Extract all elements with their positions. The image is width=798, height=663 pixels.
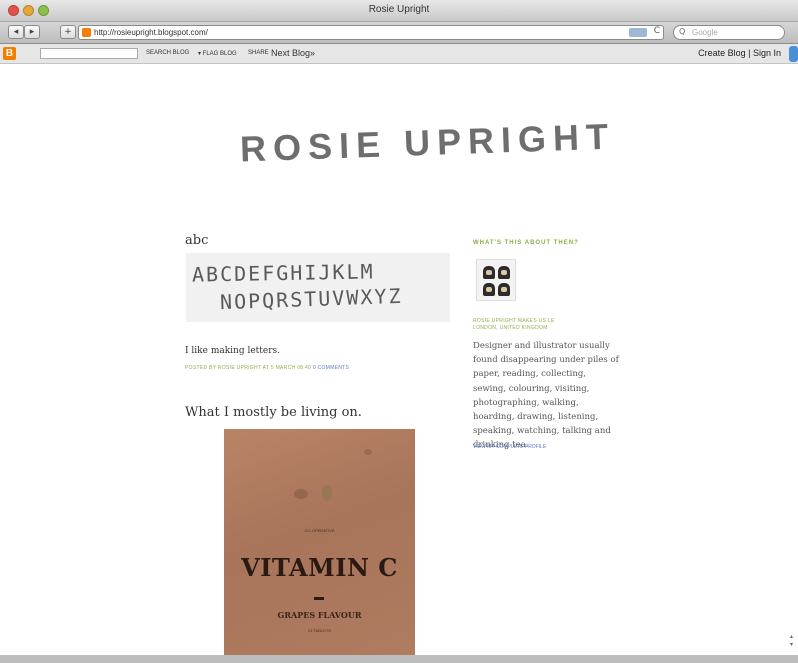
posted-by-text: POSTED BY ROSIE UPRIGHT AT 5 MARCH 08:40 <box>185 365 312 371</box>
post-footer: POSTED BY ROSIE UPRIGHT AT 5 MARCH 08:40… <box>185 365 349 371</box>
profile-avatar[interactable] <box>476 259 516 301</box>
avatar-glyph <box>498 266 510 279</box>
scrollbar-arrows[interactable]: ▴ ▾ <box>790 633 798 655</box>
alphabet-line-1: ABCDEFGHIJKLM <box>191 259 375 287</box>
alphabet-line-2: NOPQRSTUVWXYZ <box>219 283 403 315</box>
back-arrow-icon: ◂ <box>13 27 19 37</box>
flag-blog-button[interactable]: ▾ FLAG BLOG <box>198 50 237 57</box>
vitamin-c-bag-image: CO-OPERATIVE VITAMIN C GRAPES FLAVOUR 24… <box>224 429 415 655</box>
search-placeholder: Google <box>692 28 718 37</box>
alphabet-image: ABCDEFGHIJKLM NOPQRSTUVWXYZ <box>186 253 450 322</box>
avatar-glyph <box>498 283 510 296</box>
stain-mark <box>294 489 308 499</box>
avatar-glyph <box>483 283 495 296</box>
blog-search-input[interactable] <box>40 48 138 59</box>
bag-sub-text: GRAPES FLAVOUR <box>277 610 362 620</box>
blogger-logo-icon[interactable]: B <box>3 47 16 60</box>
search-input[interactable]: Q Google <box>673 25 785 40</box>
comments-link[interactable]: 0 COMMENTS <box>313 365 349 371</box>
bag-qty-text: 24 TABLETS <box>308 628 331 633</box>
blogger-navbar: B SEARCH BLOG ▾ FLAG BLOG SHARE Next Blo… <box>0 44 798 64</box>
blogger-favicon-icon <box>82 28 91 37</box>
forward-button[interactable]: ▸ <box>24 25 40 39</box>
rss-icon[interactable] <box>629 28 647 37</box>
profile-name-line[interactable]: ROSIE UPRIGHT MAKES US LE <box>473 318 555 325</box>
blog-header-title[interactable]: ROSIE UPRIGHT <box>239 115 615 170</box>
reload-icon[interactable]: C <box>654 26 660 36</box>
window-titlebar: Rosie Upright <box>0 0 798 22</box>
post-title[interactable]: What I mostly be living on. <box>185 405 362 420</box>
profile-location-line[interactable]: LONDON, UNITED KINGDOM <box>473 325 555 332</box>
post-title[interactable]: abc <box>185 233 208 248</box>
scroll-up-icon[interactable]: ▴ <box>790 633 798 641</box>
share-button[interactable]: SHARE <box>248 50 269 56</box>
back-button[interactable]: ◂ <box>8 25 24 39</box>
post-body-text: I like making letters. <box>185 346 281 356</box>
search-icon: Q <box>679 27 686 36</box>
bag-dash <box>314 597 324 600</box>
url-text: http://rosieupright.blogspot.com/ <box>94 28 208 37</box>
sidebar-heading: WHAT'S THIS ABOUT THEN? <box>473 240 579 246</box>
window-title: Rosie Upright <box>368 4 430 15</box>
stain-mark <box>322 485 332 501</box>
profile-location: ROSIE UPRIGHT MAKES US LE LONDON, UNITED… <box>473 318 555 332</box>
stain-mark <box>364 449 372 455</box>
scrollbar-thumb[interactable] <box>789 46 798 62</box>
view-profile-link[interactable]: VIEW MY COMPLETE PROFILE <box>473 444 546 450</box>
avatar-glyph <box>483 266 495 279</box>
plus-icon: + <box>64 27 72 37</box>
forward-arrow-icon: ▸ <box>29 27 35 37</box>
browser-toolbar: ◂ ▸ + http://rosieupright.blogspot.com/ … <box>0 22 798 44</box>
search-blog-button[interactable]: SEARCH BLOG <box>146 50 189 56</box>
profile-about-text: Designer and illustrator usually found d… <box>473 341 619 451</box>
browser-status-bar <box>0 655 798 663</box>
bag-small-text: CO-OPERATIVE <box>304 528 335 533</box>
scroll-down-icon[interactable]: ▾ <box>790 641 798 649</box>
create-blog-signin-links[interactable]: Create Blog | Sign In <box>698 48 781 58</box>
next-blog-link[interactable]: Next Blog» <box>271 48 315 58</box>
add-bookmark-button[interactable]: + <box>60 25 76 39</box>
address-bar[interactable]: http://rosieupright.blogspot.com/ C <box>78 25 664 40</box>
bag-big-text: VITAMIN C <box>241 553 398 582</box>
